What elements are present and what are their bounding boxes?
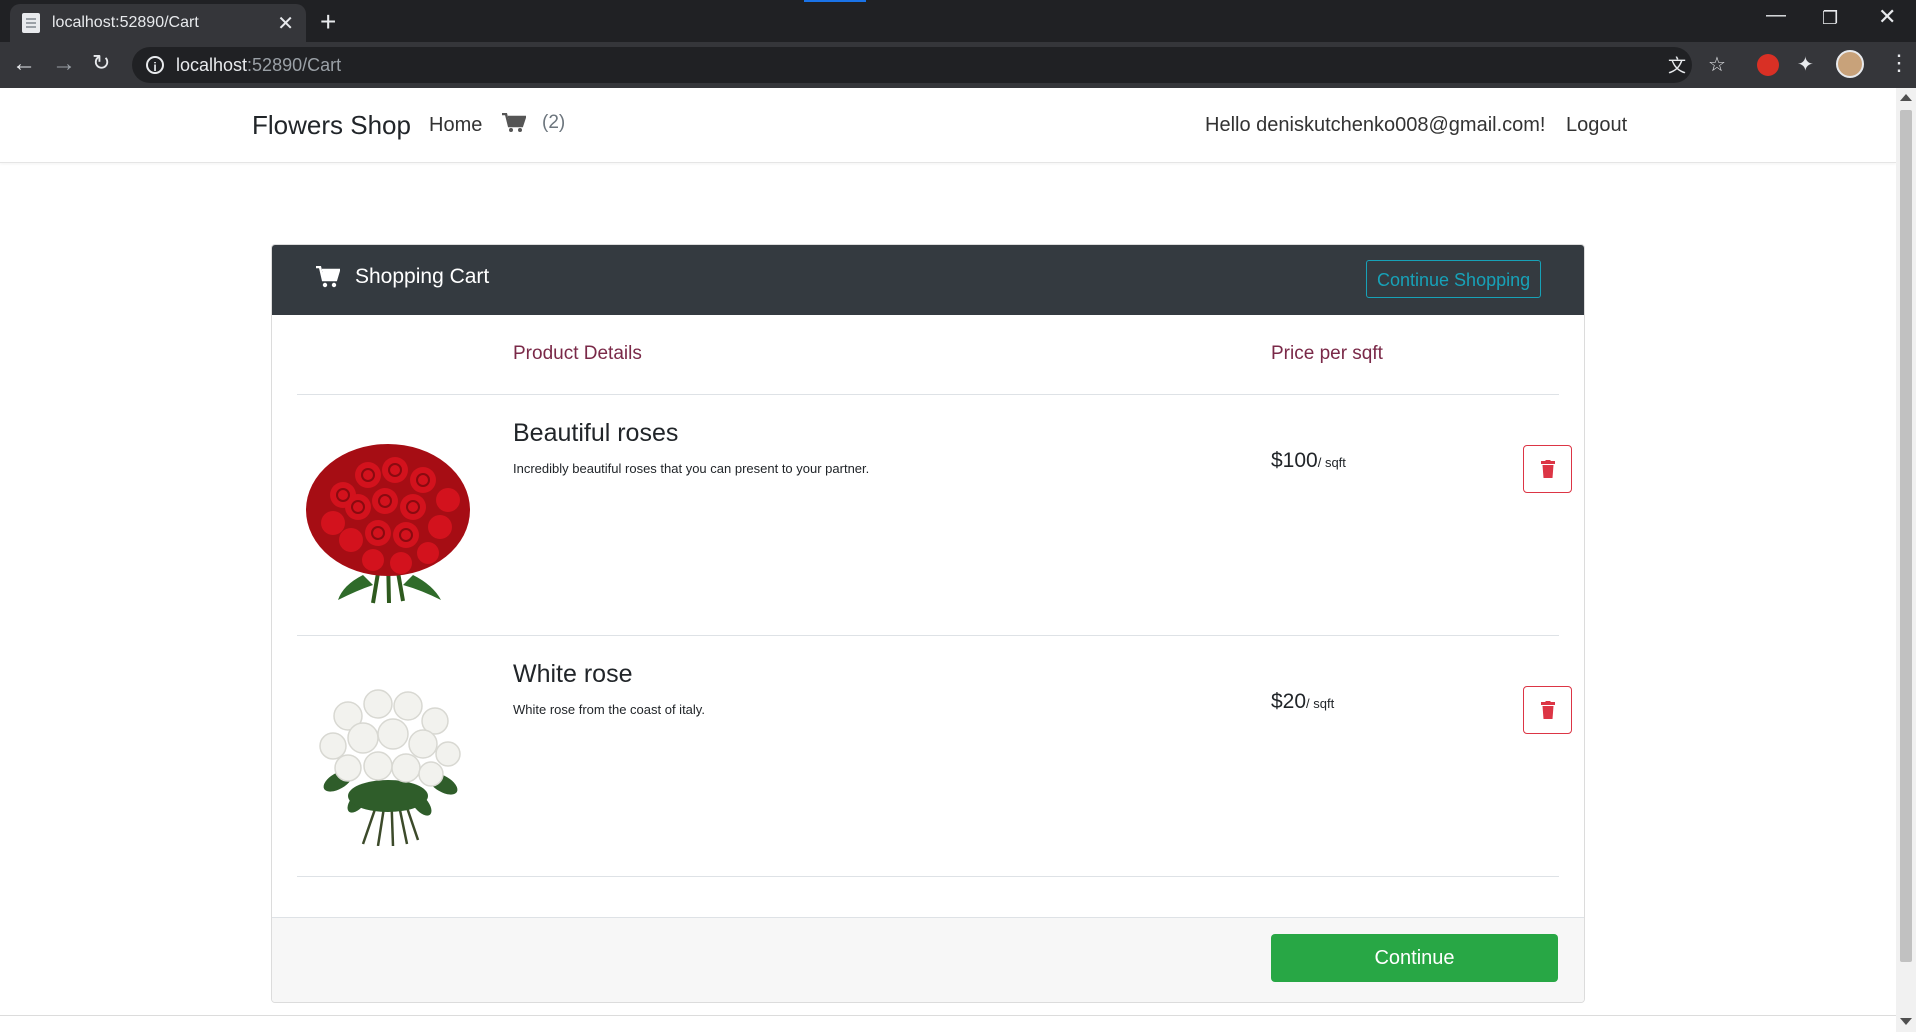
forward-arrow-icon[interactable]: → [52,50,76,78]
price-unit: / sqft [1306,696,1335,711]
tab-title: localhost:52890/Cart [52,14,199,31]
extension-adblock-icon[interactable] [1757,54,1779,76]
white-roses-image [319,689,461,846]
column-product-details: Product Details [513,343,642,364]
translate-icon[interactable]: 文 [1668,52,1686,78]
cart-item-row: White rose White rose from the coast of … [297,636,1572,877]
product-price: $100/ sqft [1271,449,1346,473]
product-price: $20/ sqft [1271,690,1334,714]
logout-link[interactable]: Logout [1566,114,1627,137]
product-name: White rose [513,660,633,688]
scroll-down-arrow-icon[interactable] [1900,1018,1912,1025]
page-scrollbar[interactable] [1896,88,1916,1032]
page-favicon-icon [22,13,40,33]
new-tab-button[interactable]: + [320,6,336,38]
cart-title: Shopping Cart [355,265,490,288]
cart-table: Product Details Price per sqft Beautiful… [297,315,1572,877]
scroll-up-arrow-icon[interactable] [1900,94,1912,101]
price-value: $20 [1271,690,1307,713]
product-description: White rose from the coast of italy. [513,702,705,717]
browser-tab[interactable]: localhost:52890/Cart ✕ [10,4,306,42]
reload-icon[interactable]: ↻ [92,50,110,76]
nav-home-link[interactable]: Home [429,114,482,137]
continue-button[interactable]: Continue [1271,934,1558,982]
cart-count: (2) [542,112,566,133]
cart-table-header: Product Details Price per sqft [297,315,1559,395]
minimize-icon[interactable]: — [1766,4,1786,27]
profile-avatar[interactable] [1836,50,1864,78]
cart-footer: Continue [272,917,1584,1002]
url-path: :52890/Cart [247,54,342,75]
scrollbar-thumb[interactable] [1900,110,1912,962]
price-unit: / sqft [1317,455,1346,470]
delete-item-button[interactable] [1523,686,1572,734]
site-navbar: Flowers Shop Home (2) Hello deniskutchen… [0,88,1896,163]
shopping-cart-card: Shopping Cart Continue Shopping Product … [271,244,1585,1003]
nav-cart-link[interactable]: (2) [502,112,565,134]
tab-loading-indicator [804,0,866,2]
extensions-puzzle-icon[interactable]: ✦ [1797,52,1814,77]
browser-toolbar: ← → ↻ i localhost:52890/Cart 文 ☆ ✦ ⋮ [0,42,1916,88]
user-greeting: Hello deniskutchenko008@gmail.com! [1205,114,1546,136]
trash-icon [1540,701,1555,719]
trash-icon [1540,460,1555,478]
cart-header: Shopping Cart Continue Shopping [272,245,1584,315]
window-close-icon[interactable]: ✕ [1878,4,1896,30]
product-description: Incredibly beautiful roses that you can … [513,461,870,476]
browser-tab-bar: localhost:52890/Cart ✕ + — ❐ ✕ [0,0,1916,42]
url-host: localhost [176,54,248,75]
address-bar[interactable]: i localhost:52890/Cart [132,47,1692,83]
page-viewport: Flowers Shop Home (2) Hello deniskutchen… [0,88,1896,1032]
brand-link[interactable]: Flowers Shop [252,110,411,141]
page-divider [0,1015,1896,1016]
back-arrow-icon[interactable]: ← [12,50,36,78]
column-price: Price per sqft [1271,343,1383,364]
browser-menu-icon[interactable]: ⋮ [1888,50,1910,76]
cart-item-row: Beautiful roses Incredibly beautiful ros… [297,395,1572,636]
bookmark-star-icon[interactable]: ☆ [1708,52,1726,77]
delete-item-button[interactable] [1523,445,1572,493]
site-info-icon[interactable]: i [146,56,164,74]
product-name: Beautiful roses [513,419,679,447]
cart-header-icon [316,266,340,288]
red-roses-image [306,444,470,604]
restore-icon[interactable]: ❐ [1822,8,1838,29]
continue-shopping-button[interactable]: Continue Shopping [1366,260,1542,298]
price-value: $100 [1271,449,1318,472]
close-tab-icon[interactable]: ✕ [277,11,294,36]
cart-icon [502,113,526,132]
